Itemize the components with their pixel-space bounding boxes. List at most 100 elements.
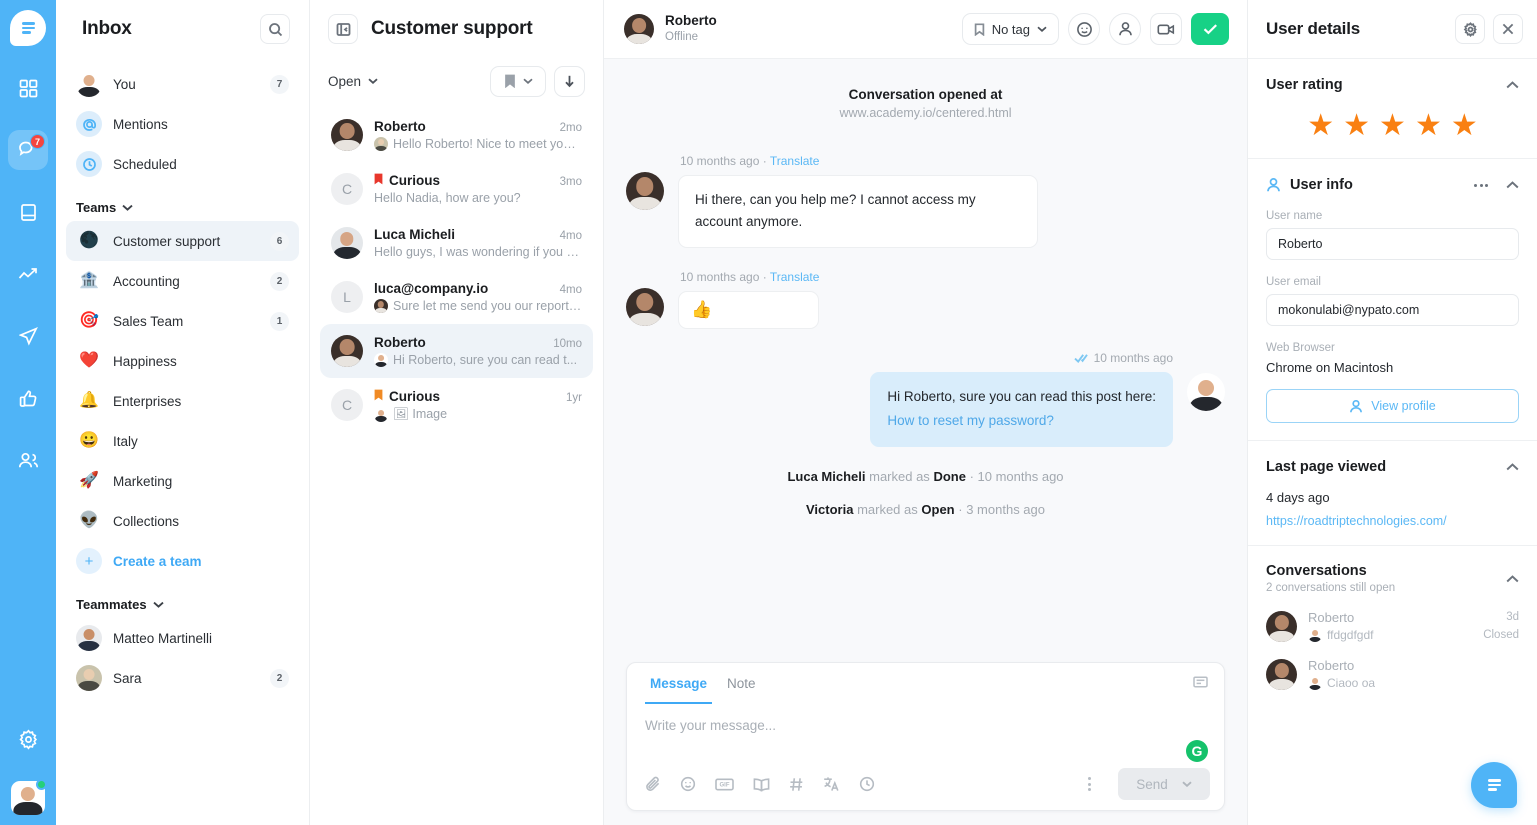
chevron-up-icon[interactable] (1506, 570, 1519, 588)
chat-fab-icon (1487, 779, 1501, 791)
message-link[interactable]: How to reset my password? (887, 410, 1156, 432)
system-actor: Luca Micheli (787, 468, 866, 484)
sidebar-item-sales-team[interactable]: 🎯 Sales Team 1 (66, 301, 299, 341)
sidebar-item-scheduled[interactable]: Scheduled (66, 144, 299, 184)
avatar (1266, 658, 1297, 690)
more-options-icon[interactable] (1474, 183, 1488, 187)
user-name-field[interactable]: Roberto (1266, 228, 1519, 260)
translate-icon[interactable] (823, 776, 840, 792)
chat-icon[interactable]: 7 (8, 130, 48, 170)
sidebar-item-sara[interactable]: Sara 2 (66, 658, 299, 698)
conversation-body: Curious 1yr 🖼 Image (374, 389, 582, 422)
book-icon[interactable] (8, 192, 48, 232)
details-conversation-item[interactable]: Roberto Ciaoo oa (1266, 658, 1519, 690)
status-filter-dropdown[interactable]: Open (328, 74, 378, 89)
sidebar-item-customer-support[interactable]: 🌑 Customer support 6 (66, 221, 299, 261)
conversation-item[interactable]: C Curious 3mo Hello Nadia, how are you? (320, 162, 593, 216)
attachment-icon[interactable] (645, 776, 661, 792)
grid-icon[interactable] (8, 68, 48, 108)
conversation-row-top: Roberto 2mo (374, 119, 582, 134)
avatar (331, 119, 363, 151)
message-composer: Message Note Write your message... GIF S… (626, 662, 1225, 811)
create-team-button[interactable]: + Create a team (66, 541, 299, 581)
sidebar-item-label: Scheduled (113, 156, 177, 172)
sidebar-item-matteo-martinelli[interactable]: Matteo Martinelli (66, 618, 299, 658)
tab-note[interactable]: Note (722, 663, 761, 704)
sidebar-item-marketing[interactable]: 🚀 Marketing (66, 461, 299, 501)
user-info-heading: User info (1266, 177, 1353, 193)
collapse-panel-icon[interactable] (328, 14, 358, 44)
sidebar-item-happiness[interactable]: ❤️ Happiness (66, 341, 299, 381)
conversation-time: 1yr (566, 392, 582, 404)
tag-dropdown[interactable]: No tag (961, 13, 1059, 45)
sidebar-item-collections[interactable]: 👽 Collections (66, 501, 299, 541)
schedule-icon[interactable] (859, 776, 875, 792)
user-avatar[interactable] (11, 779, 47, 815)
tab-message[interactable]: Message (645, 663, 713, 704)
grammarly-icon[interactable]: G (1186, 740, 1208, 762)
team-emoji: 🚀 (79, 472, 99, 489)
section-title: User rating (1266, 77, 1343, 93)
search-icon[interactable] (260, 14, 290, 44)
section-title: Last page viewed (1266, 459, 1387, 475)
system-time: 10 months ago (977, 468, 1064, 484)
thumbs-up-icon[interactable] (8, 378, 48, 418)
bookmark-filter-button[interactable] (490, 65, 546, 97)
send-icon[interactable] (8, 316, 48, 356)
conversation-item[interactable]: Luca Micheli 4mo Hello guys, I was wonde… (320, 216, 593, 270)
conversation-time: 2mo (559, 122, 582, 134)
conversation-item-selected[interactable]: Roberto 10mo Hi Roberto, sure you can re… (320, 324, 593, 378)
conversation-item[interactable]: Roberto 2mo Hello Roberto! Nice to meet … (320, 108, 593, 162)
chevron-up-icon[interactable] (1506, 176, 1519, 194)
sidebar-item-enterprises[interactable]: 🔔 Enterprises (66, 381, 299, 421)
user-email-field[interactable]: mokonulabi@nypato.com (1266, 294, 1519, 326)
sidebar-item-mentions[interactable]: Mentions (66, 104, 299, 144)
rating-stars: ★ ★ ★ ★ ★ (1266, 111, 1519, 141)
message-input[interactable]: Write your message... (627, 704, 1224, 760)
details-conversation-item[interactable]: Roberto ffdgdfgdf 3d Closed (1266, 610, 1519, 642)
sidebar-item-accounting[interactable]: 🏦 Accounting 2 (66, 261, 299, 301)
more-options-icon[interactable] (1080, 777, 1099, 791)
message-incoming: 10 months ago · Translate Hi there, can … (626, 154, 1225, 248)
gif-icon[interactable]: GIF (715, 777, 734, 791)
chat-panel: Roberto Offline No tag Conversation open… (604, 0, 1248, 825)
sidebar-item-you[interactable]: You 7 (66, 64, 299, 104)
person-icon[interactable] (1109, 13, 1141, 45)
keyboard-icon[interactable] (1193, 675, 1208, 693)
conversation-time: 3d (1506, 611, 1519, 623)
conversation-status-block: 3d Closed (1483, 611, 1519, 641)
teammates-group-header[interactable]: Teammates (56, 597, 309, 612)
sidebar-item-label: You (113, 76, 136, 92)
message-meta: 10 months ago (1073, 351, 1173, 365)
trending-icon[interactable] (8, 254, 48, 294)
sort-down-icon[interactable] (554, 65, 585, 97)
preview-text: Sure let me send you our report a... (393, 299, 582, 313)
emoji-icon[interactable] (680, 776, 696, 792)
close-icon[interactable] (1493, 14, 1523, 44)
message-meta: 10 months ago · Translate (680, 270, 819, 284)
video-camera-icon[interactable] (1150, 13, 1182, 45)
chat-fab[interactable] (1471, 762, 1517, 808)
mark-done-button[interactable] (1191, 13, 1229, 45)
hashtag-icon[interactable] (789, 777, 804, 792)
send-button[interactable]: Send (1118, 768, 1210, 800)
teams-group-header[interactable]: Teams (56, 200, 309, 215)
bookmark-icon (974, 22, 984, 36)
conversation-item[interactable]: C Curious 1yr 🖼 Image (320, 378, 593, 433)
knowledge-base-icon[interactable] (753, 777, 770, 792)
conversations-section: Conversations 2 conversations still open… (1248, 546, 1537, 707)
sidebar-item-italy[interactable]: 😀 Italy (66, 421, 299, 461)
conversation-item[interactable]: L luca@company.io 4mo Sure let me send y… (320, 270, 593, 324)
conversation-name: luca@company.io (374, 281, 489, 296)
emoji-icon[interactable] (1068, 13, 1100, 45)
users-icon[interactable] (8, 440, 48, 480)
view-profile-button[interactable]: View profile (1266, 389, 1519, 423)
gear-icon[interactable] (8, 719, 48, 759)
chevron-up-icon[interactable] (1506, 76, 1519, 94)
translate-link[interactable]: Translate (770, 154, 820, 168)
last-page-url[interactable]: https://roadtriptechnologies.com/ (1266, 514, 1519, 528)
translate-link[interactable]: Translate (770, 270, 820, 284)
gear-icon[interactable] (1455, 14, 1485, 44)
chevron-up-icon[interactable] (1506, 458, 1519, 476)
conversation-preview: 🖼 Image (374, 407, 582, 422)
